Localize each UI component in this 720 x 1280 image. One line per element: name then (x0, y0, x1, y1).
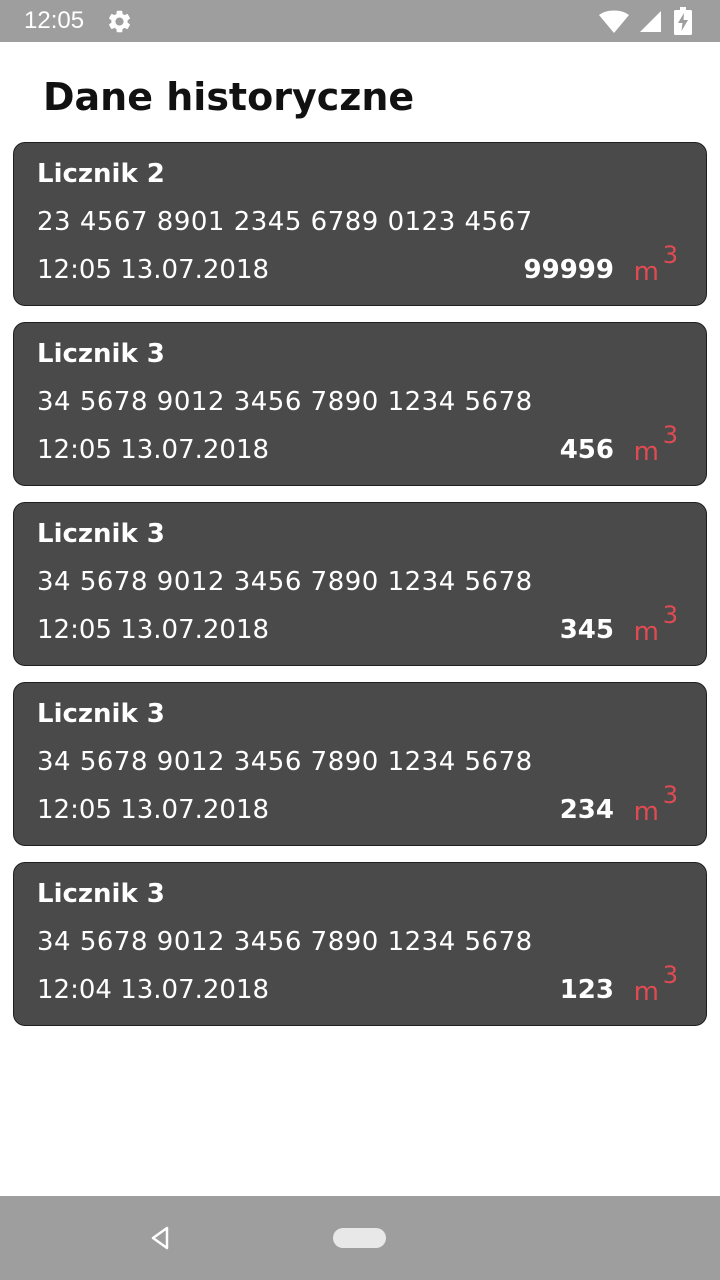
reading-value: 123 (559, 975, 614, 1005)
reading-value: 456 (559, 435, 614, 465)
reading-card[interactable]: Licznik 3 34 5678 9012 3456 7890 1234 56… (13, 682, 707, 846)
reading-datetime: 12:04 13.07.2018 (37, 975, 270, 1005)
meter-serial-number: 34 5678 9012 3456 7890 1234 5678 (37, 927, 533, 957)
wifi-icon (598, 10, 630, 34)
battery-charging-icon (674, 7, 692, 35)
reading-unit: m (633, 257, 659, 287)
reading-value: 99999 (523, 255, 614, 285)
reading-unit-exponent: 3 (662, 601, 678, 629)
reading-card[interactable]: Licznik 3 34 5678 9012 3456 7890 1234 56… (13, 322, 707, 486)
signal-icon (638, 9, 662, 33)
meter-serial-number: 23 4567 8901 2345 6789 0123 4567 (37, 207, 533, 237)
gear-icon (106, 8, 133, 35)
reading-datetime: 12:05 13.07.2018 (37, 255, 270, 285)
reading-value: 345 (559, 615, 614, 645)
meter-serial-number: 34 5678 9012 3456 7890 1234 5678 (37, 747, 533, 777)
meter-name: Licznik 3 (37, 519, 165, 549)
reading-card[interactable]: Licznik 2 23 4567 8901 2345 6789 0123 45… (13, 142, 707, 306)
reading-datetime: 12:05 13.07.2018 (37, 795, 270, 825)
reading-datetime: 12:05 13.07.2018 (37, 435, 270, 465)
page-title: Dane historyczne (43, 75, 415, 119)
reading-unit: m (633, 977, 659, 1007)
back-icon[interactable] (140, 1214, 180, 1262)
reading-value: 234 (559, 795, 614, 825)
navigation-bar (0, 1196, 720, 1280)
reading-card[interactable]: Licznik 3 34 5678 9012 3456 7890 1234 56… (13, 502, 707, 666)
reading-unit-exponent: 3 (662, 781, 678, 809)
reading-unit-exponent: 3 (662, 421, 678, 449)
reading-card[interactable]: Licznik 3 34 5678 9012 3456 7890 1234 56… (13, 862, 707, 1026)
reading-unit: m (633, 797, 659, 827)
meter-name: Licznik 2 (37, 159, 165, 189)
reading-unit: m (633, 617, 659, 647)
home-pill-icon[interactable] (333, 1228, 386, 1248)
reading-unit: m (633, 437, 659, 467)
meter-name: Licznik 3 (37, 699, 165, 729)
reading-datetime: 12:05 13.07.2018 (37, 615, 270, 645)
status-bar: 12:05 (0, 0, 720, 42)
reading-unit-exponent: 3 (662, 241, 678, 269)
meter-name: Licznik 3 (37, 339, 165, 369)
meter-name: Licznik 3 (37, 879, 165, 909)
status-time: 12:05 (24, 7, 85, 34)
meter-serial-number: 34 5678 9012 3456 7890 1234 5678 (37, 567, 533, 597)
history-list: Licznik 2 23 4567 8901 2345 6789 0123 45… (13, 142, 707, 1042)
reading-unit-exponent: 3 (662, 961, 678, 989)
meter-serial-number: 34 5678 9012 3456 7890 1234 5678 (37, 387, 533, 417)
